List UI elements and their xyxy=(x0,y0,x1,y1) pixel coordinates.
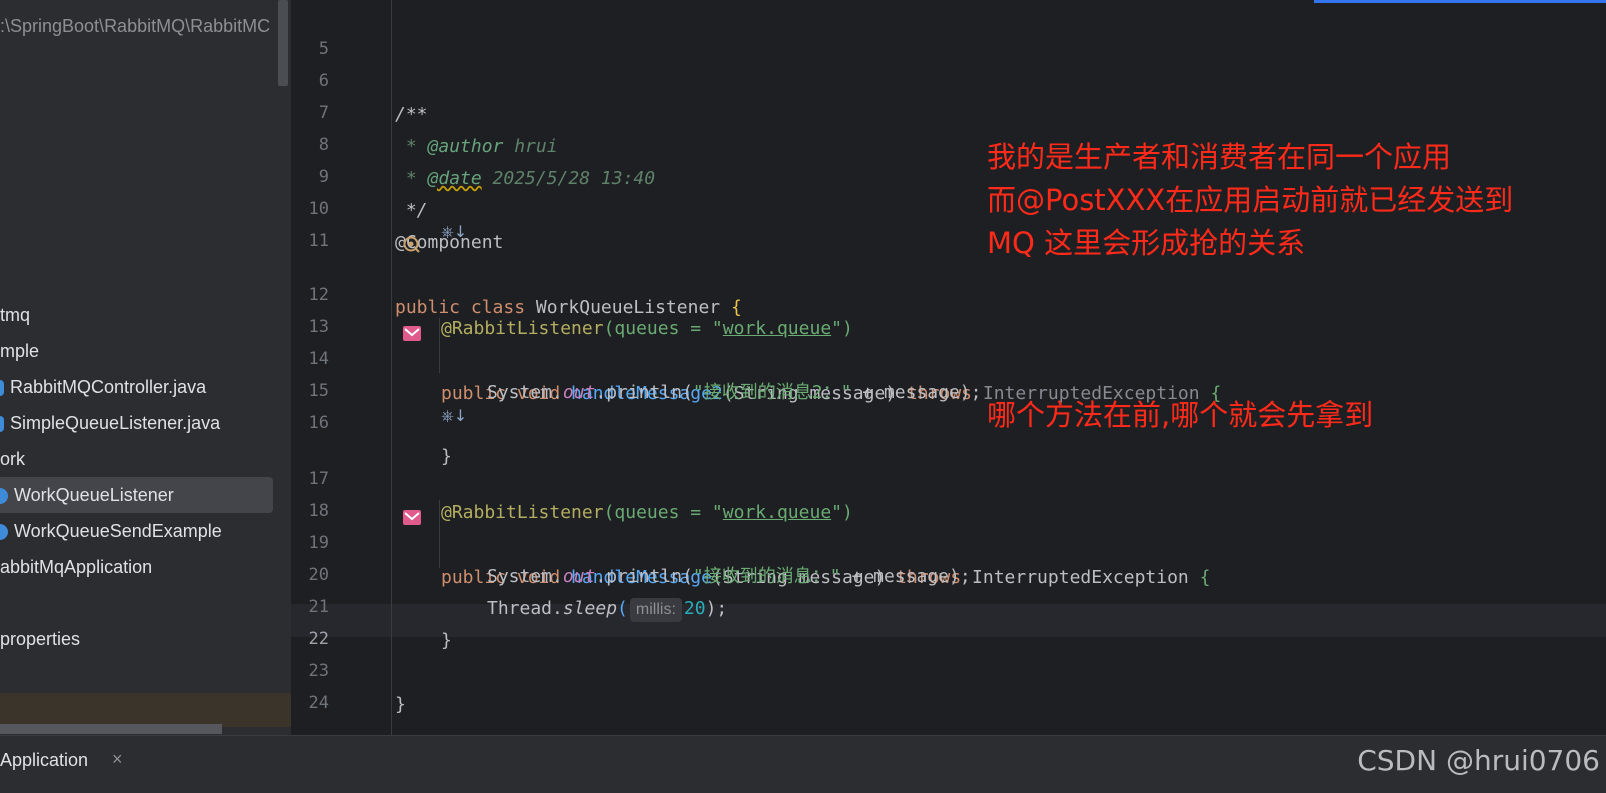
message-listener-icon[interactable] xyxy=(338,286,422,341)
code-line-20: 20 Thread.sleep(millis: 20); xyxy=(291,526,1606,622)
rabbit-listener-inlay-icon[interactable]: ⎈↓ xyxy=(441,406,467,428)
annotation-note-line: 而@PostXXX在应用启动前就已经发送到 xyxy=(987,183,1514,217)
code-line-5: 5 xyxy=(291,0,1606,59)
annotation-note-line: MQ 这里会形成抢的关系 xyxy=(987,226,1306,260)
tree-item-empty xyxy=(0,585,291,621)
line-number: 24 xyxy=(308,693,329,713)
tree-item-rabbitmq-application[interactable]: abbitMqApplication xyxy=(0,549,291,585)
code-line-24: 24 xyxy=(291,654,1606,713)
tree-item-label: RabbitMQController.java xyxy=(10,377,207,397)
tree-item-work[interactable]: ork xyxy=(0,441,291,477)
code-line-17: 17 @RabbitListener(queues = "work.queue"… xyxy=(291,430,1606,523)
message-listener-icon[interactable] xyxy=(338,470,422,525)
sidebar-scrollbar[interactable] xyxy=(278,0,288,86)
tree-item-rabbitmq-controller[interactable]: RabbitMQController.java xyxy=(0,369,291,405)
tree-item-work-queue-listener[interactable]: WorkQueueListener xyxy=(0,477,273,513)
annotation-note-2: 哪个方法在前,哪个就会先拿到 xyxy=(987,394,1373,437)
tree-item-work-queue-send-example[interactable]: WorkQueueSendExample xyxy=(0,513,291,549)
class-icon xyxy=(0,524,8,541)
code-line-23: 23 } xyxy=(291,622,1606,715)
tree-item-label: WorkQueueSendExample xyxy=(14,521,222,541)
tree-item-label: mple xyxy=(0,341,40,361)
code-line-21: 21 } xyxy=(291,558,1606,651)
java-file-icon xyxy=(0,416,4,433)
annotation-note-line: 哪个方法在前,哪个就会先拿到 xyxy=(987,398,1374,432)
tree-item-example[interactable]: mple xyxy=(0,333,291,369)
java-file-icon xyxy=(0,380,4,397)
code-line-8: 8 * @date 2025/5/28 13:40 xyxy=(291,96,1606,189)
tree-item-rabbitmq[interactable]: tmq xyxy=(0,297,291,333)
project-tree: tmq mple RabbitMQController.java SimpleQ… xyxy=(0,297,291,657)
code-line-15: 15 xyxy=(291,342,1606,401)
annotation-note-1: 我的是生产者和消费者在同一个应用 而@PostXXX在应用启动前就已经发送到 M… xyxy=(987,136,1513,265)
tree-item-label: abbitMqApplication xyxy=(0,557,153,577)
watermark: CSDN @hrui0706 xyxy=(1357,744,1600,777)
close-icon[interactable]: × xyxy=(112,749,123,770)
tree-item-simple-queue-listener[interactable]: SimpleQueueListener.java xyxy=(0,405,291,441)
brace: } xyxy=(395,694,406,715)
sidebar-highlight-row xyxy=(0,693,291,727)
tree-item-label: properties xyxy=(0,629,81,649)
code-editor[interactable]: 5 6 /** 7 * @author hrui 8 * @date 2025/… xyxy=(291,0,1606,735)
code-line-7: 7 * @author hrui xyxy=(291,64,1606,157)
annotation-note-line: 我的是生产者和消费者在同一个应用 xyxy=(987,140,1452,174)
code-line-22: 22 xyxy=(291,590,1606,649)
rabbit-listener-inlay-icon[interactable]: ⎈↓ xyxy=(441,222,467,244)
code-line-13: 13 public void handleMessage2(String mes… xyxy=(291,278,1606,404)
run-tab-application[interactable]: Application xyxy=(0,750,88,771)
tree-item-label: WorkQueueListener xyxy=(14,485,174,505)
sidebar-horizontal-scrollbar[interactable] xyxy=(0,724,222,734)
code-line-6: 6 /** xyxy=(291,32,1606,125)
code-line-19: 19 System.out.println("接收到的消息：" + messag… xyxy=(291,494,1606,587)
code-line-18: 18 public void handleMessage(String mess… xyxy=(291,462,1606,588)
bean-icon[interactable] xyxy=(338,199,420,253)
tree-item-label: SimpleQueueListener.java xyxy=(10,413,221,433)
tree-item-properties[interactable]: properties xyxy=(0,621,291,657)
project-path: :\SpringBoot\RabbitMQ\RabbitMC xyxy=(0,16,271,36)
tree-item-label: tmq xyxy=(0,305,31,325)
project-sidebar: :\SpringBoot\RabbitMQ\RabbitMC tmq mple … xyxy=(0,0,291,735)
tree-item-label: ork xyxy=(0,449,26,469)
code-line-16: 16 } xyxy=(291,374,1606,467)
class-icon xyxy=(0,488,8,505)
bottom-tool-window-bar: Application × CSDN @hrui0706 xyxy=(0,735,1606,793)
code-line-14: 14 System.out.println("接收到的消息2：" + messa… xyxy=(291,310,1606,403)
